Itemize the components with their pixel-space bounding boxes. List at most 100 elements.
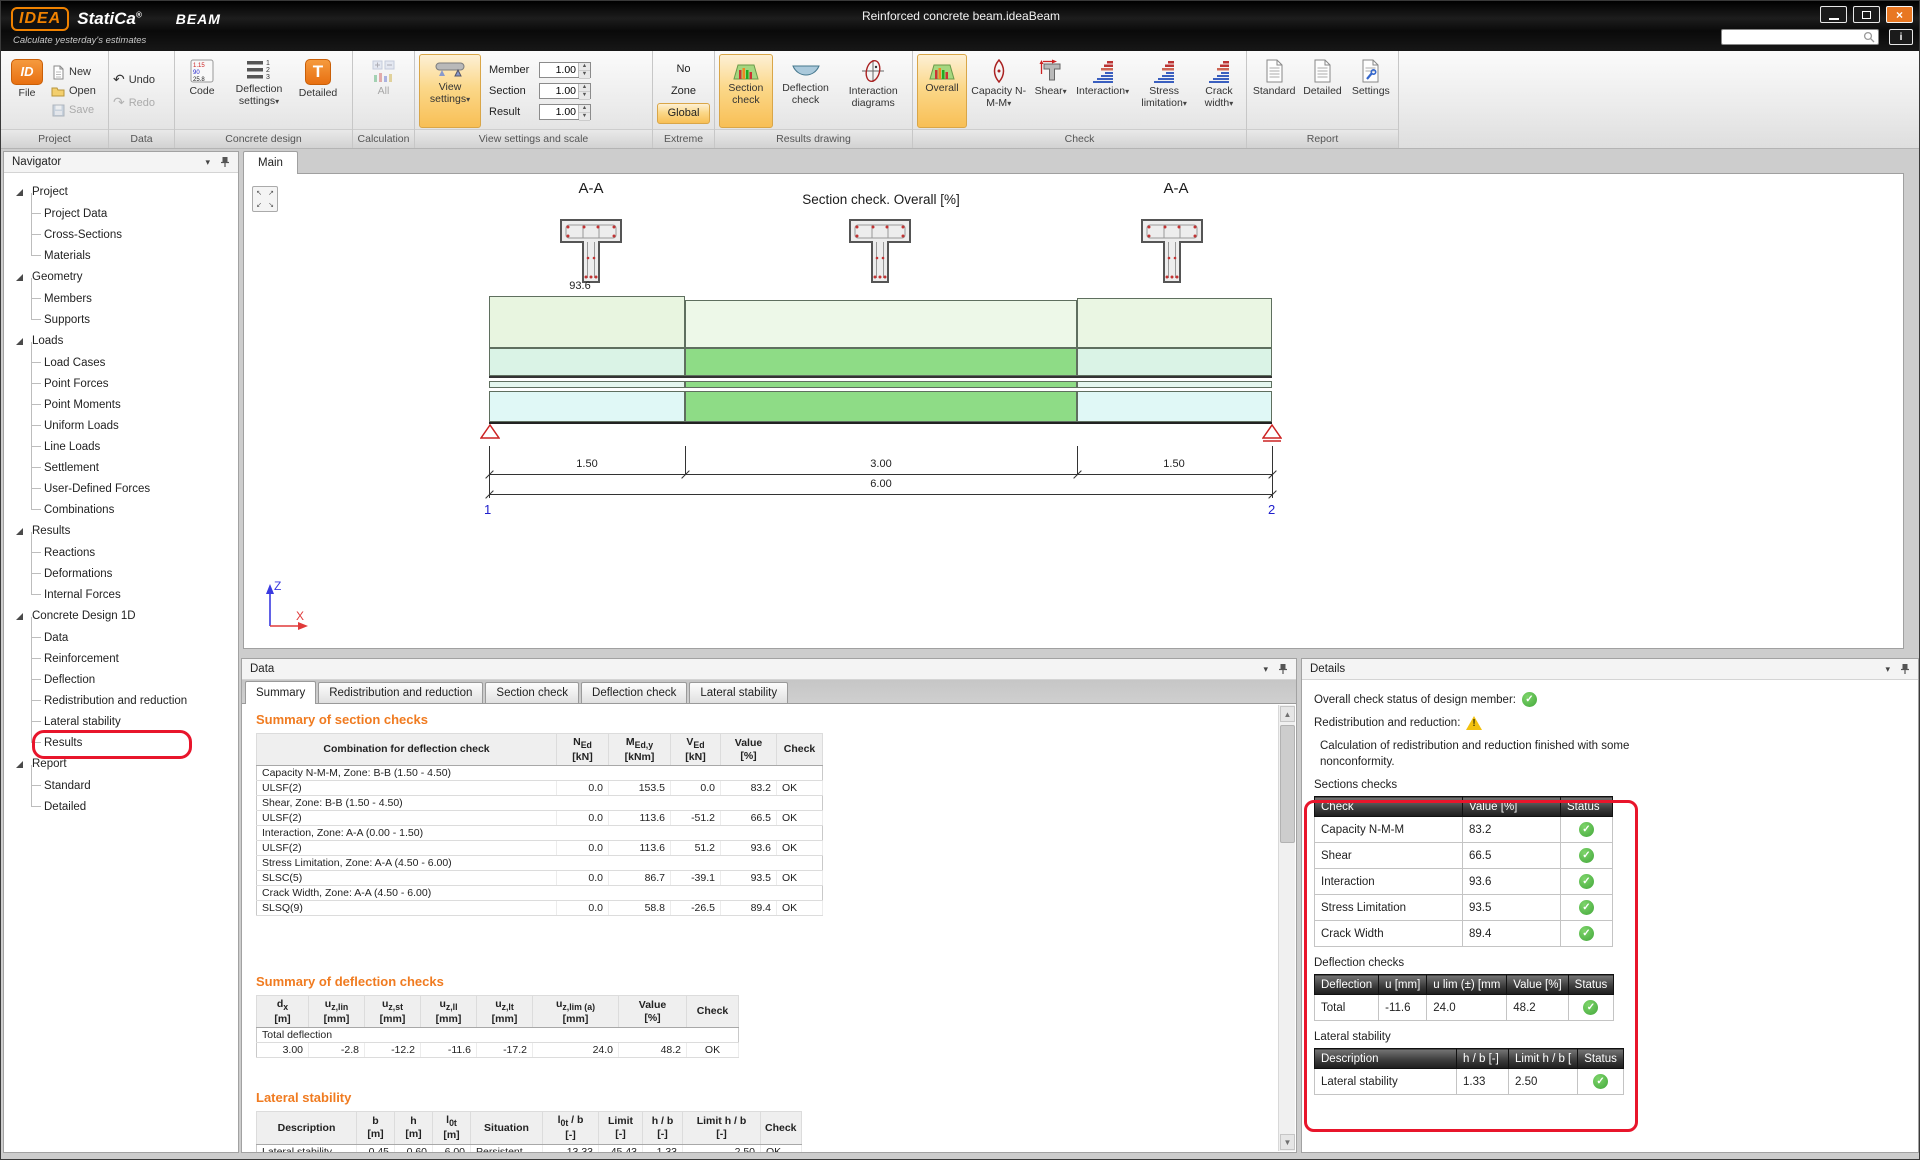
section-scale-stepper[interactable]: ▲▼: [539, 83, 591, 99]
shear-check-button[interactable]: Shear▾: [1030, 54, 1070, 128]
open-button[interactable]: Open: [51, 82, 96, 101]
panel-collapse-icon[interactable]: ▾: [1885, 664, 1890, 675]
detailed-label: Detailed: [299, 88, 338, 100]
collapse-icon[interactable]: [16, 338, 23, 345]
extreme-zone-button[interactable]: Zone: [657, 81, 710, 102]
overall-check-button[interactable]: Overall: [917, 54, 967, 128]
stepper-up-icon[interactable]: ▲: [579, 84, 590, 92]
table-row: Crack Width, Zone: A-A (4.50 - 6.00): [257, 886, 823, 901]
section-check-button[interactable]: Section check: [719, 54, 773, 128]
scroll-up-icon[interactable]: ▲: [1280, 706, 1295, 722]
nav-item-label: Load Cases: [44, 357, 105, 369]
column-header: Limit h / b[-]: [683, 1112, 761, 1144]
view-settings-button[interactable]: View settings▾: [419, 54, 481, 128]
stepper-up-icon[interactable]: ▲: [579, 105, 590, 113]
zoom-extents-button[interactable]: ↖↗↙↘: [252, 186, 278, 212]
stepper-up-icon[interactable]: ▲: [579, 63, 590, 71]
scrollbar-thumb[interactable]: [1280, 725, 1295, 843]
table-cell: -12.2: [365, 1043, 421, 1058]
tab-redistribution-and-reduction[interactable]: Redistribution and reduction: [318, 682, 483, 703]
code-button[interactable]: 1.159025.8 Code: [179, 54, 225, 128]
table-cell: 2.50: [683, 1144, 761, 1152]
table-row: SLSC(5)0.086.7-39.193.5OK: [257, 871, 823, 886]
maximize-button[interactable]: [1853, 6, 1880, 23]
panel-collapse-icon[interactable]: ▾: [1263, 664, 1268, 675]
section-scale-input[interactable]: [540, 84, 578, 98]
nav-item-supports[interactable]: Supports: [4, 309, 238, 330]
report-detailed-button[interactable]: Detailed: [1299, 54, 1345, 128]
nav-item-label: Cross-Sections: [44, 229, 122, 241]
main-canvas[interactable]: ↖↗↙↘ Section check. Overall [%] A-A B-B …: [243, 173, 1904, 649]
capacity-nmm-button[interactable]: Capacity N-M-M▾: [969, 54, 1029, 128]
table-cell: 93.5: [721, 871, 777, 886]
minimize-button[interactable]: [1820, 6, 1847, 23]
table-cell: 48.2: [619, 1043, 687, 1058]
data-scrollbar[interactable]: ▲ ▼: [1278, 705, 1295, 1151]
scroll-down-icon[interactable]: ▼: [1280, 1134, 1295, 1150]
tab-section-check[interactable]: Section check: [485, 682, 579, 703]
pin-icon[interactable]: [220, 156, 230, 168]
view-settings-label: View settings▾: [420, 82, 480, 106]
extreme-global-button[interactable]: Global: [657, 103, 710, 124]
table-cell: 86.7: [609, 871, 671, 886]
nav-item-label: Standard: [44, 780, 91, 792]
pin-icon[interactable]: [1278, 663, 1288, 675]
table-cell: Interaction: [1315, 869, 1463, 895]
ribbon-group-concrete-design: 1.159025.8 Code 123 Deflection settings▾…: [175, 51, 353, 148]
nav-item-internal-forces[interactable]: Internal Forces: [4, 584, 238, 605]
table-cell: 45.43: [599, 1144, 643, 1152]
search-input[interactable]: [1727, 32, 1863, 43]
table-row: ULSF(2)0.0113.651.293.6OK: [257, 841, 823, 856]
deflection-check-button[interactable]: Deflection check: [775, 54, 837, 128]
member-scale-stepper[interactable]: ▲▼: [539, 62, 591, 78]
table-row: Capacity N-M-M, Zone: B-B (1.50 - 4.50): [257, 766, 823, 781]
crack-width-button[interactable]: Crack width▾: [1196, 54, 1242, 128]
result-scale-stepper[interactable]: ▲▼: [539, 104, 591, 120]
stepper-down-icon[interactable]: ▼: [579, 113, 590, 121]
pin-icon[interactable]: [1900, 663, 1910, 675]
extreme-no-button[interactable]: No: [657, 59, 710, 80]
save-button[interactable]: Save: [51, 101, 96, 120]
table-cell: -17.2: [477, 1043, 533, 1058]
stress-limitation-button[interactable]: Stress limitation▾: [1134, 54, 1194, 128]
new-button[interactable]: New: [51, 63, 96, 82]
stepper-down-icon[interactable]: ▼: [579, 71, 590, 79]
stepper-down-icon[interactable]: ▼: [579, 92, 590, 100]
collapse-icon[interactable]: [16, 613, 23, 620]
collapse-icon[interactable]: [16, 274, 23, 281]
tab-summary[interactable]: Summary: [245, 681, 316, 704]
tab-main[interactable]: Main: [243, 151, 298, 174]
search-box[interactable]: [1721, 29, 1879, 45]
deflection-settings-button[interactable]: 123 Deflection settings▾: [227, 54, 291, 128]
collapse-icon[interactable]: [16, 761, 23, 768]
nav-item-results[interactable]: Results: [4, 732, 238, 753]
report-standard-button[interactable]: Standard: [1251, 54, 1297, 128]
detailed-button[interactable]: T Detailed: [293, 54, 343, 128]
file-button[interactable]: ID File: [5, 54, 49, 128]
result-scale-input[interactable]: [540, 105, 578, 119]
tab-lateral-stability[interactable]: Lateral stability: [689, 682, 788, 703]
redo-button[interactable]: ↷ Redo: [113, 93, 155, 112]
close-button[interactable]: ×: [1886, 6, 1913, 23]
interaction-check-button[interactable]: Interaction▾: [1073, 54, 1133, 128]
interaction-diagrams-button[interactable]: Interaction diagrams: [838, 54, 908, 128]
collapse-icon[interactable]: [16, 189, 23, 196]
undo-button[interactable]: ↶ Undo: [113, 70, 155, 89]
nav-item-materials[interactable]: Materials: [4, 245, 238, 266]
column-header: Description: [1315, 1049, 1457, 1069]
column-header: Limit[-]: [599, 1112, 643, 1144]
info-button[interactable]: i: [1889, 29, 1913, 45]
nav-item-combinations[interactable]: Combinations: [4, 499, 238, 520]
ribbon-group-check: Overall Capacity N-M-M▾ Shear▾ Interacti…: [913, 51, 1247, 148]
column-header: uz,ll[mm]: [421, 996, 477, 1028]
check-pass-icon: [1579, 822, 1594, 837]
all-button[interactable]: All: [359, 54, 409, 128]
table-row: ULSF(2)0.0113.6-51.266.5OK: [257, 811, 823, 826]
tab-deflection-check[interactable]: Deflection check: [581, 682, 687, 703]
member-scale-input[interactable]: [540, 63, 578, 77]
panel-collapse-icon[interactable]: ▾: [205, 157, 210, 168]
table-cell: 0.0: [557, 841, 609, 856]
nav-item-detailed[interactable]: Detailed: [4, 796, 238, 817]
report-settings-button[interactable]: Settings: [1348, 54, 1394, 128]
collapse-icon[interactable]: [16, 528, 23, 535]
